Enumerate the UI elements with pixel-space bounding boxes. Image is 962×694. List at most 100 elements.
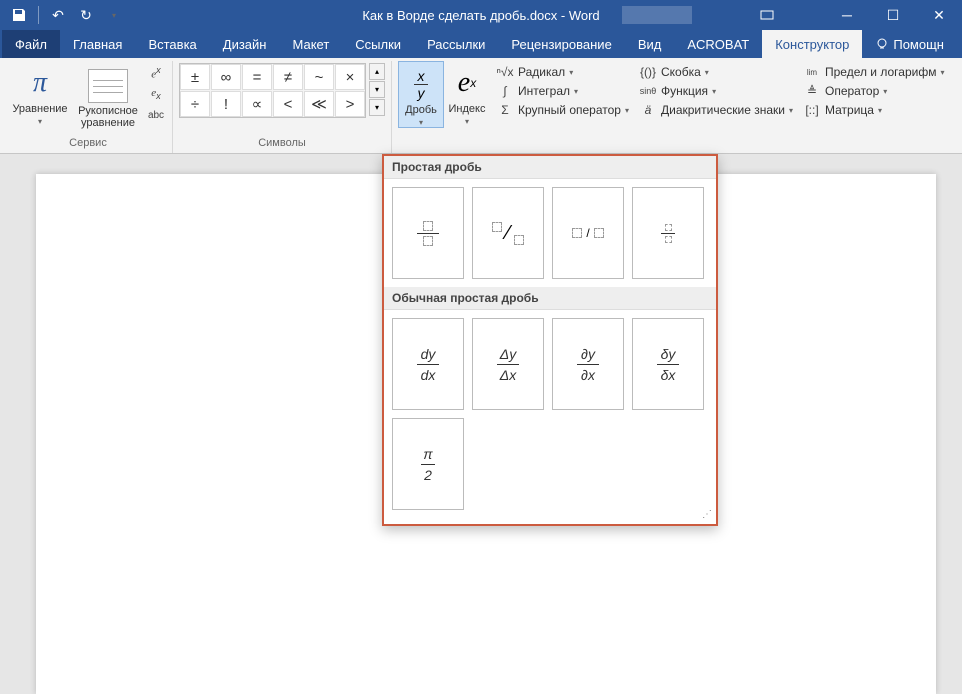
pi-icon: π — [22, 65, 58, 101]
maximize-button[interactable]: ☐ — [870, 0, 916, 30]
integral-label: Интеграл — [518, 84, 570, 98]
struct-col-1: ⁿ√xРадикал▾ ∫Интеграл▾ ΣКрупный оператор… — [496, 61, 629, 118]
chevron-down-icon: ▾ — [712, 87, 716, 96]
sym-ll[interactable]: ≪ — [304, 91, 334, 117]
large-op-button[interactable]: ΣКрупный оператор▾ — [496, 102, 629, 118]
chevron-down-icon: ▾ — [569, 68, 573, 77]
sym-gt[interactable]: > — [335, 91, 365, 117]
chevron-down-icon: ▾ — [574, 87, 578, 96]
limlog-label: Предел и логарифм — [825, 65, 936, 79]
limlog-button[interactable]: limПредел и логарифм▾ — [803, 64, 944, 80]
ink-equation-button[interactable]: Рукописное уравнение — [74, 61, 142, 129]
tab-acrobat[interactable]: ACROBAT — [674, 30, 762, 58]
sym-infinity[interactable]: ∞ — [211, 64, 241, 90]
tab-file[interactable]: Файл — [2, 30, 60, 58]
frac-num: ∂y — [581, 346, 595, 362]
quick-access-toolbar: ↶ ↻ ▾ — [0, 2, 127, 28]
equation-button[interactable]: π Уравнение ▾ — [10, 61, 70, 126]
redo-button[interactable]: ↻ — [73, 2, 99, 28]
radical-icon: ⁿ√x — [496, 64, 514, 80]
resize-grip-icon[interactable]: ⋰ — [702, 509, 712, 520]
tab-view[interactable]: Вид — [625, 30, 675, 58]
window-title: Как в Ворде сделать дробь.docx - Word — [362, 8, 599, 23]
index-button[interactable]: ex Индекс ▾ — [444, 61, 490, 126]
close-button[interactable]: ✕ — [916, 0, 962, 30]
matrix-button[interactable]: [::]Матрица▾ — [803, 102, 944, 118]
tab-review[interactable]: Рецензирование — [498, 30, 624, 58]
frac-linear[interactable]: / — [552, 187, 624, 279]
fraction-button[interactable]: xy Дробь ▾ — [398, 61, 444, 128]
frac-den: dx — [421, 367, 436, 383]
tab-mailings[interactable]: Рассылки — [414, 30, 498, 58]
linear-icon[interactable]: ex — [146, 84, 166, 104]
frac-den: δx — [661, 367, 676, 383]
chevron-down-icon: ▾ — [878, 106, 882, 115]
sym-more[interactable]: ▾ — [369, 99, 385, 116]
tab-layout[interactable]: Макет — [279, 30, 342, 58]
frac-pi-2[interactable]: π2 — [392, 418, 464, 510]
minimize-button[interactable]: ─ — [824, 0, 870, 30]
bracket-button[interactable]: {()}Скобка▾ — [639, 64, 793, 80]
frac-stacked[interactable] — [392, 187, 464, 279]
abc-button[interactable]: abc — [146, 105, 166, 125]
professional-icon[interactable]: ex — [146, 63, 166, 83]
large-op-label: Крупный оператор — [518, 103, 621, 117]
matrix-icon: [::] — [803, 102, 821, 118]
tab-constructor[interactable]: Конструктор — [762, 30, 862, 58]
slash-icon: ⁄ — [506, 222, 509, 245]
save-button[interactable] — [6, 2, 32, 28]
frac-partial-y-x[interactable]: ∂y∂x — [552, 318, 624, 410]
account-box[interactable] — [622, 6, 692, 24]
sym-pm[interactable]: ± — [180, 64, 210, 90]
tools-small-col: ex ex abc — [146, 61, 166, 125]
sym-tilde[interactable]: ~ — [304, 64, 334, 90]
sym-eq[interactable]: = — [242, 64, 272, 90]
tab-design[interactable]: Дизайн — [210, 30, 280, 58]
sym-scroll-up[interactable]: ▴ — [369, 63, 385, 80]
frac-skewed[interactable]: ⁄ — [472, 187, 544, 279]
frac-small-delta-y-x[interactable]: δyδx — [632, 318, 704, 410]
struct-col-2: {()}Скобка▾ sinθФункция▾ äДиакритические… — [639, 61, 793, 118]
document-area: Простая дробь ⁄ / Обычная простая дробь … — [0, 154, 962, 546]
tab-help[interactable]: Помощн — [862, 30, 957, 58]
placeholder-icon — [665, 224, 672, 231]
chevron-down-icon: ▾ — [38, 117, 42, 126]
sym-lt[interactable]: < — [273, 91, 303, 117]
sym-neq[interactable]: ≠ — [273, 64, 303, 90]
chevron-down-icon: ▾ — [625, 106, 629, 115]
dd-simple-grid: ⁄ / — [384, 179, 716, 287]
ribbon: π Уравнение ▾ Рукописное уравнение ex ex… — [0, 58, 962, 154]
index-label: Индекс — [449, 103, 486, 115]
function-icon: sinθ — [639, 83, 657, 99]
sym-times[interactable]: × — [335, 64, 365, 90]
index-icon: ex — [449, 65, 485, 101]
fraction-icon: xy — [403, 66, 439, 102]
undo-button[interactable]: ↶ — [45, 2, 71, 28]
frac-small[interactable] — [632, 187, 704, 279]
ribbon-display-options[interactable] — [760, 0, 774, 30]
placeholder-icon — [423, 236, 433, 246]
diacritic-button[interactable]: äДиакритические знаки▾ — [639, 102, 793, 118]
symbol-scroll: ▴ ▾ ▾ — [369, 63, 385, 116]
qat-customize[interactable]: ▾ — [101, 2, 127, 28]
frac-delta-y-x[interactable]: ΔyΔx — [472, 318, 544, 410]
frac-dy-dx[interactable]: dydx — [392, 318, 464, 410]
sym-scroll-down[interactable]: ▾ — [369, 81, 385, 98]
tab-insert[interactable]: Вставка — [135, 30, 209, 58]
operator-icon: ≜ — [803, 83, 821, 99]
radical-button[interactable]: ⁿ√x Радикал ▾ — [496, 64, 629, 80]
placeholder-icon — [594, 228, 604, 238]
fraction-dropdown: Простая дробь ⁄ / Обычная простая дробь … — [382, 154, 718, 526]
function-button[interactable]: sinθФункция▾ — [639, 83, 793, 99]
tab-home[interactable]: Главная — [60, 30, 135, 58]
tab-references[interactable]: Ссылки — [342, 30, 414, 58]
separator — [38, 6, 39, 24]
save-icon — [11, 7, 27, 23]
sym-fact[interactable]: ! — [211, 91, 241, 117]
radical-label: Радикал — [518, 65, 565, 79]
integral-button[interactable]: ∫Интеграл▾ — [496, 83, 629, 99]
diacritic-label: Диакритические знаки — [661, 103, 785, 117]
sym-propto[interactable]: ∝ — [242, 91, 272, 117]
operator-button[interactable]: ≜Оператор▾ — [803, 83, 944, 99]
sym-div[interactable]: ÷ — [180, 91, 210, 117]
